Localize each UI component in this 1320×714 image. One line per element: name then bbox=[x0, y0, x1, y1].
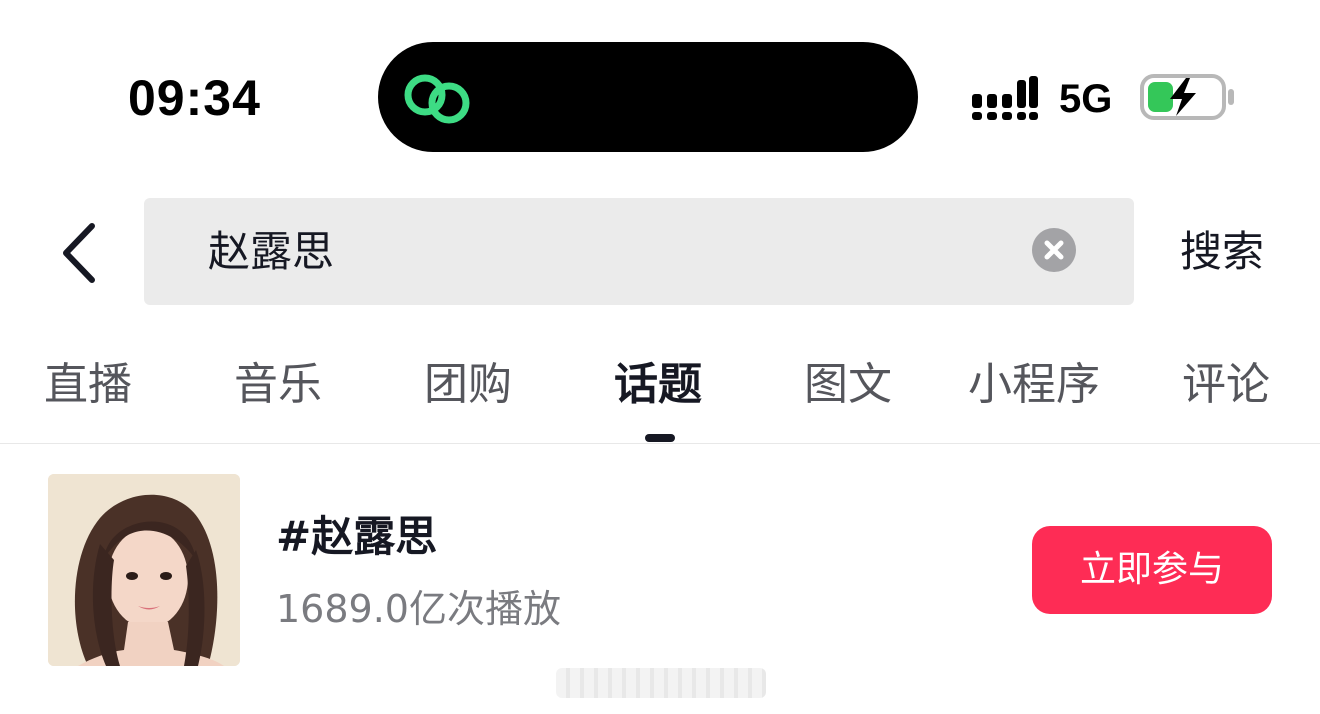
tab-group-buy[interactable]: 团购 bbox=[424, 352, 512, 418]
dynamic-island bbox=[378, 42, 918, 152]
watermark-strip bbox=[556, 668, 766, 698]
tab-topic[interactable]: 话题 bbox=[614, 352, 702, 418]
topic-cover-image[interactable] bbox=[48, 474, 240, 666]
result-tabs: 直播 音乐 团购 话题 图文 小程序 评论 bbox=[0, 352, 1320, 444]
tab-comments[interactable]: 评论 bbox=[1182, 352, 1270, 418]
tab-image-text[interactable]: 图文 bbox=[804, 352, 892, 418]
signal-icon bbox=[972, 76, 1038, 120]
back-chevron-icon[interactable] bbox=[54, 220, 102, 286]
network-label: 5G bbox=[1059, 77, 1113, 121]
battery-charging-icon bbox=[1140, 74, 1234, 120]
search-results-screen: 09:34 5G 搜 bbox=[0, 0, 1320, 714]
tab-mini-program[interactable]: 小程序 bbox=[968, 352, 1100, 418]
tab-live[interactable]: 直播 bbox=[44, 352, 132, 418]
join-topic-button[interactable]: 立即参与 bbox=[1032, 526, 1272, 614]
active-tab-indicator bbox=[645, 434, 675, 442]
close-icon bbox=[1044, 240, 1064, 260]
app-link-icon bbox=[404, 74, 470, 124]
search-box bbox=[144, 198, 1134, 305]
tab-music[interactable]: 音乐 bbox=[234, 352, 322, 418]
topic-title: #赵露思 bbox=[276, 512, 438, 561]
status-time: 09:34 bbox=[128, 70, 261, 126]
topic-play-count: 1689.0亿次播放 bbox=[276, 587, 561, 631]
search-button[interactable]: 搜索 bbox=[1180, 224, 1264, 280]
clear-search-button[interactable] bbox=[1032, 228, 1076, 272]
search-input[interactable] bbox=[208, 226, 1008, 278]
